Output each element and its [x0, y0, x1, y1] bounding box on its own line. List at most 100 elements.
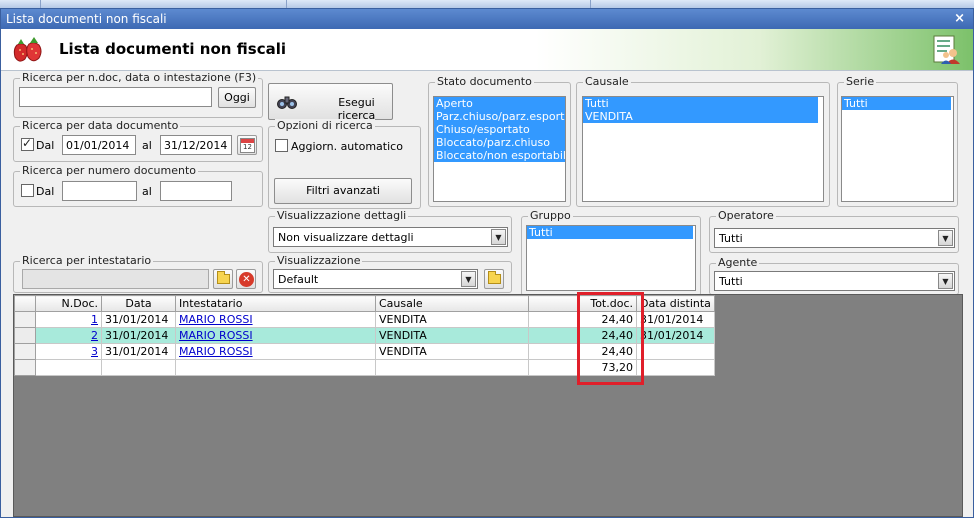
ndoc-link[interactable]: 3 — [91, 345, 98, 358]
clear-icon: ✕ — [239, 272, 254, 287]
column-header-ndoc[interactable]: N.Doc. — [35, 295, 102, 312]
list-item[interactable]: Aperto — [434, 97, 565, 110]
advanced-filters-button[interactable]: Filtri avanzati — [274, 178, 412, 204]
list-item[interactable]: Tutti — [527, 226, 693, 239]
column-header-totdoc[interactable]: Tot.doc. — [528, 295, 637, 312]
window-title: Lista documenti non fiscali — [6, 12, 167, 26]
search-holder-group: Ricerca per intestatario ✕ — [13, 254, 263, 293]
causale-list[interactable]: Tutti VENDITA — [582, 96, 824, 202]
search-number-al-label: al — [142, 185, 152, 198]
auto-update-checkbox[interactable] — [275, 139, 288, 152]
chevron-down-icon[interactable]: ▼ — [491, 229, 506, 245]
search-options-group: Opzioni di ricerca Aggiorn. automatico F… — [268, 119, 421, 209]
cell-totdoc: 24,40 — [528, 311, 637, 328]
document-status-list[interactable]: Aperto Parz.chiuso/parz.esportato Chiuso… — [433, 96, 566, 202]
list-item[interactable]: VENDITA — [583, 110, 818, 123]
table-total-row: 73,20 — [14, 359, 715, 376]
cell-totdoc: 24,40 — [528, 343, 637, 360]
view-value: Default — [278, 273, 319, 286]
holder-browse-button[interactable] — [213, 269, 233, 289]
search-ndoc-input[interactable] — [19, 87, 212, 107]
causale-group: Causale Tutti VENDITA — [576, 75, 830, 207]
search-date-checkbox[interactable] — [21, 136, 34, 151]
serie-list[interactable]: Tutti — [841, 96, 954, 202]
column-header-data-distinta[interactable]: Data distinta — [636, 295, 715, 312]
cell-data-distinta — [636, 343, 715, 360]
agente-select[interactable]: Tutti ▼ — [714, 271, 955, 291]
column-header-data[interactable]: Data — [101, 295, 176, 312]
cell-data: 31/01/2014 — [101, 327, 176, 344]
search-number-legend: Ricerca per numero documento — [20, 164, 199, 177]
holder-input[interactable] — [22, 269, 209, 289]
intestatario-link[interactable]: MARIO ROSSI — [179, 313, 253, 326]
calendar-button[interactable]: 12 — [237, 135, 257, 155]
date-to-input[interactable]: 31/12/2014 — [160, 135, 232, 155]
serie-group: Serie Tutti — [837, 75, 958, 207]
page-header: Lista documenti non fiscali — [1, 29, 973, 71]
empty-cell — [375, 359, 529, 376]
number-from-input[interactable] — [62, 181, 137, 201]
ndoc-link[interactable]: 1 — [91, 313, 98, 326]
row-header[interactable] — [14, 311, 36, 328]
list-item[interactable]: Chiuso/esportato — [434, 123, 565, 136]
details-view-legend: Visualizzazione dettagli — [275, 209, 409, 222]
empty-cell — [35, 359, 102, 376]
tab-edge — [40, 0, 41, 8]
oggi-button[interactable]: Oggi — [218, 87, 256, 108]
cell-data: 31/01/2014 — [101, 311, 176, 328]
row-header — [14, 359, 36, 376]
cell-data-distinta: 31/01/2014 — [636, 311, 715, 328]
gruppo-group: Gruppo Tutti — [521, 209, 701, 296]
view-select[interactable]: Default ▼ — [273, 269, 478, 289]
table-row-selected[interactable]: 2 31/01/2014 MARIO ROSSI VENDITA 24,40 3… — [14, 327, 715, 344]
cell-causale: VENDITA — [375, 343, 529, 360]
view-folder-button[interactable] — [484, 269, 504, 289]
search-date-legend: Ricerca per data documento — [20, 119, 181, 132]
view-legend: Visualizzazione — [275, 254, 363, 267]
total-value: 73,20 — [528, 359, 637, 376]
binoculars-icon — [277, 96, 297, 109]
list-item[interactable]: Bloccato/parz.chiuso — [434, 136, 565, 149]
cell-causale: VENDITA — [375, 327, 529, 344]
chevron-down-icon[interactable]: ▼ — [461, 271, 476, 287]
column-header-causale[interactable]: Causale — [375, 295, 529, 312]
intestatario-link[interactable]: MARIO ROSSI — [179, 345, 253, 358]
search-date-dal-label: Dal — [36, 139, 55, 152]
operatore-select[interactable]: Tutti ▼ — [714, 228, 955, 248]
row-header[interactable] — [14, 327, 36, 344]
top-tab-strip — [0, 0, 974, 8]
documents-grid: N.Doc. Data Intestatario Causale Tot.doc… — [13, 294, 963, 517]
users-list-icon[interactable] — [933, 35, 961, 65]
calendar-icon: 12 — [240, 138, 255, 153]
details-view-select[interactable]: Non visualizzare dettagli ▼ — [273, 227, 508, 247]
tab-edge — [286, 0, 287, 8]
column-header-intestatario[interactable]: Intestatario — [175, 295, 376, 312]
number-to-input[interactable] — [160, 181, 232, 201]
search-number-checkbox[interactable] — [21, 184, 34, 197]
view-group: Visualizzazione Default ▼ — [268, 254, 512, 293]
search-number-group: Ricerca per numero documento Dal al — [13, 164, 263, 207]
list-item[interactable]: Bloccato/non esportabile — [434, 149, 565, 162]
intestatario-link[interactable]: MARIO ROSSI — [179, 329, 253, 342]
chevron-down-icon[interactable]: ▼ — [938, 230, 953, 246]
gruppo-list[interactable]: Tutti — [526, 225, 696, 291]
list-item[interactable]: Tutti — [842, 97, 951, 110]
execute-search-button[interactable]: Esegui ricerca — [268, 83, 393, 122]
date-from-input[interactable]: 01/01/2014 — [62, 135, 136, 155]
serie-legend: Serie — [844, 75, 877, 88]
search-date-group: Ricerca per data documento Dal 01/01/201… — [13, 119, 263, 162]
close-icon[interactable]: × — [954, 11, 965, 26]
details-view-value: Non visualizzare dettagli — [278, 231, 414, 244]
table-row[interactable]: 3 31/01/2014 MARIO ROSSI VENDITA 24,40 — [14, 343, 715, 360]
holder-clear-button[interactable]: ✕ — [236, 269, 256, 289]
strawberry-logo-icon — [13, 37, 42, 62]
list-item[interactable]: Tutti — [583, 97, 818, 110]
details-view-group: Visualizzazione dettagli Non visualizzar… — [268, 209, 512, 253]
table-row[interactable]: 1 31/01/2014 MARIO ROSSI VENDITA 24,40 3… — [14, 311, 715, 328]
list-item[interactable]: Parz.chiuso/parz.esportato — [434, 110, 565, 123]
auto-update-label: Aggiorn. automatico — [291, 140, 403, 153]
cell-totdoc: 24,40 — [528, 327, 637, 344]
chevron-down-icon[interactable]: ▼ — [938, 273, 953, 289]
row-header[interactable] — [14, 343, 36, 360]
ndoc-link[interactable]: 2 — [91, 329, 98, 342]
